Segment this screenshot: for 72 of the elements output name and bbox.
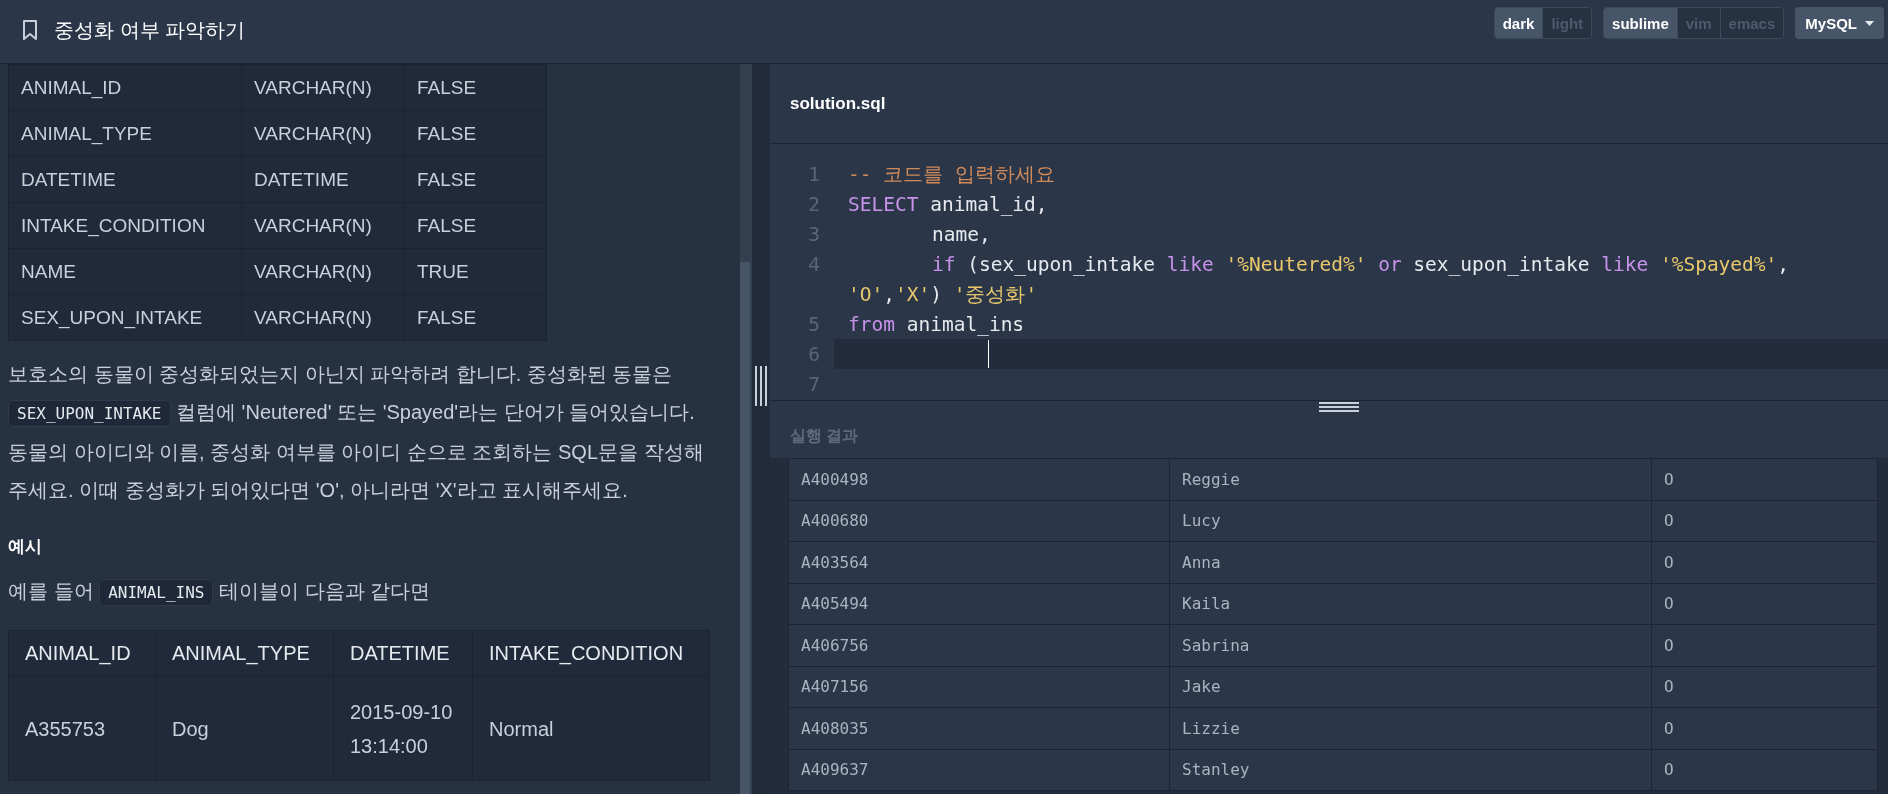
code-line: name, (931, 222, 991, 246)
table-cell: O (1651, 583, 1878, 625)
table-cell: Jake (1169, 666, 1652, 708)
table-cell: FALSE (404, 202, 547, 249)
table-cell: ANIMAL_ID (8, 64, 242, 111)
table-cell: INTAKE_CONDITION (8, 202, 242, 249)
table-cell: VARCHAR(N) (241, 110, 405, 157)
table-cell: 2015-09-10 13:14:00 (333, 676, 473, 781)
table-cell: A400680 (788, 500, 1170, 542)
problem-title: 중성화 여부 파악하기 (54, 17, 246, 43)
code-line: if (sex_upon_intake like '%Neutered%' or sex_upon_intake like '%Spayed%', (931, 252, 1790, 276)
example-text: 예를 들어 ANIMAL_INS 테이블이 다음과 같다면 (8, 572, 714, 612)
table-cell: Kaila (1169, 583, 1652, 625)
table-cell: O (1651, 666, 1878, 708)
table-cell: A355753 (8, 676, 156, 781)
table-cell: A407156 (788, 666, 1170, 708)
file-tab[interactable]: solution.sql (790, 93, 886, 114)
table-cell: ANIMAL_TYPE (8, 110, 242, 157)
column-header: INTAKE_CONDITION (472, 630, 710, 677)
table-cell: Lucy (1169, 500, 1652, 542)
scrollbar-thumb[interactable] (740, 262, 750, 794)
code-line: SELECT animal_id, (848, 192, 1048, 216)
column-header: DATETIME (333, 630, 473, 677)
description-text: 보호소의 동물이 중성화되었는지 아닌지 파악하려 합니다. 중성화된 동물은 SEX_UPON_INTAKE 컬럼에 'Neutered' 또는 'Spayed'라는 단어가 들어있습니다. 동물의 아이디와 이름, 중성화 여부를 아이디 순으로 조회하는 SQL문을 작성해주세요. 이때 중성화가 되어있다면 'O', 아니라면 'X'라고 표시해주세요. (8, 362, 705, 503)
language-dropdown[interactable]: MySQL (1795, 7, 1884, 39)
table-cell: A409637 (788, 749, 1170, 791)
code-line: from animal_ins (848, 312, 1025, 336)
toggle-button[interactable]: sublime (1604, 8, 1677, 38)
table-cell: VARCHAR(N) (241, 202, 405, 249)
table-cell: O (1651, 500, 1878, 542)
table-cell: Sabrina (1169, 624, 1652, 666)
table-cell: SEX_UPON_INTAKE (8, 294, 242, 341)
inline-code: SEX_UPON_INTAKE (8, 400, 171, 427)
code-line: 'O','X') '중성화' (848, 281, 1038, 308)
table-cell: A408035 (788, 707, 1170, 749)
table-cell: O (1651, 707, 1878, 749)
table-cell: FALSE (404, 156, 547, 203)
resize-handle-icon[interactable] (755, 366, 767, 406)
caret-icon (1865, 20, 1874, 26)
table-cell: FALSE (404, 110, 547, 157)
table-cell: O (1651, 624, 1878, 666)
table-cell: A405494 (788, 583, 1170, 625)
table-cell: Lizzie (1169, 707, 1652, 749)
table-cell: Anna (1169, 541, 1652, 583)
table-cell: Normal (472, 676, 710, 781)
table-cell: A403564 (788, 541, 1170, 583)
table-cell: NAME (8, 248, 242, 295)
table-cell: DATETIME (8, 156, 242, 203)
table-cell: O (1651, 541, 1878, 583)
table-cell: Reggie (1169, 458, 1652, 500)
table-cell: VARCHAR(N) (241, 248, 405, 295)
table-cell: VARCHAR(N) (241, 294, 405, 341)
table-cell: O (1651, 458, 1878, 500)
table-cell: O (1651, 749, 1878, 791)
table-cell: FALSE (404, 294, 547, 341)
table-cell: VARCHAR(N) (241, 64, 405, 111)
column-header: ANIMAL_ID (8, 630, 156, 677)
resize-handle-icon[interactable] (1319, 401, 1359, 412)
table-cell: A400498 (788, 458, 1170, 500)
code-line: -- 코드를 입력하세요 (848, 161, 1055, 188)
table-cell: FALSE (404, 64, 547, 111)
toggle-button[interactable]: dark (1494, 8, 1543, 38)
table-cell: Dog (155, 676, 334, 781)
column-header: ANIMAL_TYPE (155, 630, 334, 677)
bookmark-icon[interactable] (22, 19, 38, 41)
inline-code: ANIMAL_INS (99, 579, 214, 606)
table-cell: TRUE (404, 248, 547, 295)
table-cell: DATETIME (241, 156, 405, 203)
table-cell: A406756 (788, 624, 1170, 666)
table-cell: Stanley (1169, 749, 1652, 791)
text-cursor (988, 340, 989, 368)
section-heading: 예시 (8, 536, 43, 558)
